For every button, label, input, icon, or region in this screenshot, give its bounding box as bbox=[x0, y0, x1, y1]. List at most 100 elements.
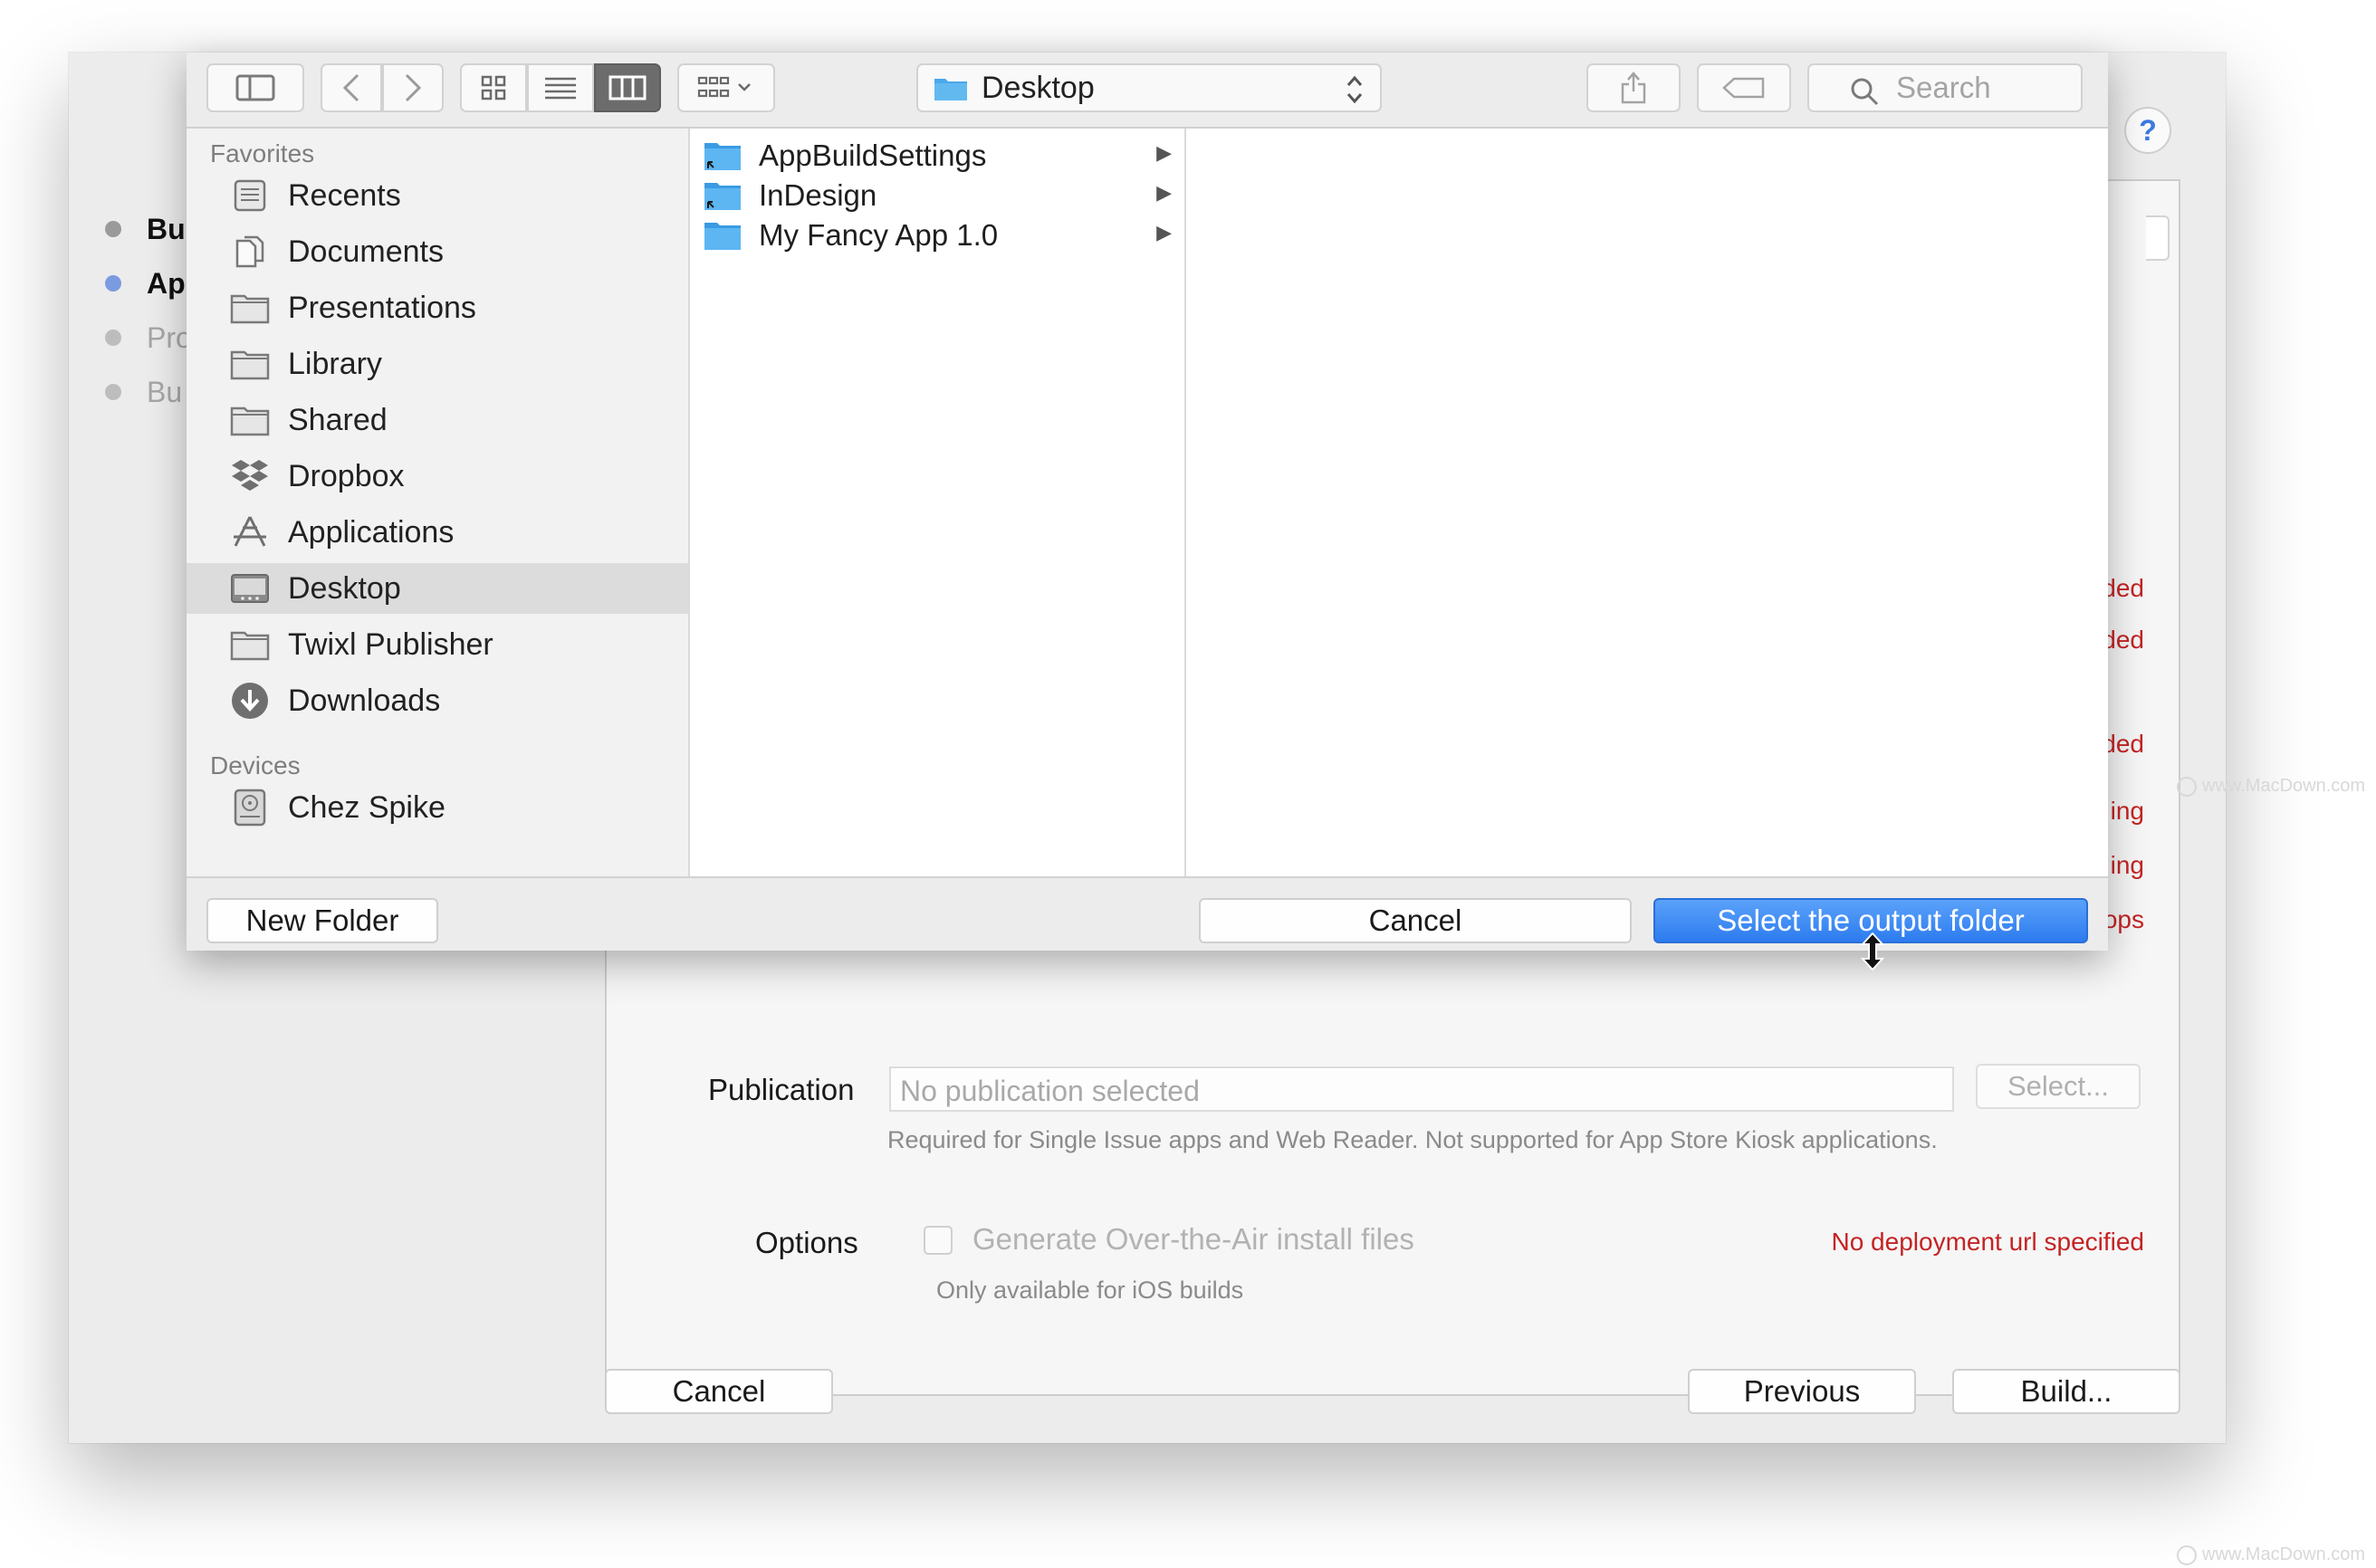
sidebar-item-chez-spike[interactable]: Chez Spike bbox=[187, 782, 688, 833]
ota-checkbox[interactable] bbox=[924, 1226, 953, 1255]
dialog-cancel-button[interactable]: Cancel bbox=[1199, 898, 1632, 943]
sidebar-item-downloads[interactable]: Downloads bbox=[187, 675, 688, 726]
previous-button[interactable]: Previous bbox=[1688, 1369, 1916, 1414]
wizard-step[interactable]: Bu bbox=[105, 211, 186, 247]
favorites-header: Favorites bbox=[210, 139, 315, 167]
step-status-dot bbox=[105, 275, 121, 292]
tag-icon bbox=[1722, 77, 1765, 99]
sidebar-item-shared[interactable]: Shared bbox=[187, 395, 688, 445]
sidebar-icon bbox=[235, 74, 275, 101]
file-name: AppBuildSettings bbox=[759, 139, 987, 172]
back-button[interactable] bbox=[321, 63, 382, 112]
dropbox-icon bbox=[228, 454, 272, 498]
wizard-cancel-button[interactable]: Cancel bbox=[605, 1369, 833, 1414]
folder-icon bbox=[228, 286, 272, 330]
location-label: Desktop bbox=[982, 70, 1095, 105]
sidebar-item-dropbox[interactable]: Dropbox bbox=[187, 451, 688, 502]
folder-icon bbox=[228, 342, 272, 386]
resize-cursor-icon bbox=[1860, 932, 1885, 970]
help-button[interactable]: ? bbox=[2124, 107, 2171, 154]
build-button[interactable]: Build... bbox=[1952, 1369, 2180, 1414]
list-view-icon bbox=[545, 77, 576, 100]
validation-error: ded bbox=[2102, 730, 2144, 758]
sidebar-item-library[interactable]: Library bbox=[187, 339, 688, 389]
icon-view-icon bbox=[481, 75, 506, 100]
documents-icon bbox=[228, 230, 272, 273]
sidebar-item-label: Chez Spike bbox=[288, 789, 446, 825]
recents-icon bbox=[228, 174, 272, 217]
sidebar-item-desktop[interactable]: Desktop bbox=[187, 563, 688, 614]
sidebar-item-twixl-publisher[interactable]: Twixl Publisher bbox=[187, 619, 688, 670]
sidebar-item-label: Shared bbox=[288, 402, 388, 437]
sidebar-toggle-button[interactable] bbox=[206, 63, 304, 112]
forward-button[interactable] bbox=[382, 63, 444, 112]
sidebar-item-recents[interactable]: Recents bbox=[187, 170, 688, 221]
sidebar-item-applications[interactable]: Applications bbox=[187, 507, 688, 558]
file-row[interactable]: InDesign ▶ bbox=[690, 176, 1184, 215]
sidebar-item-presentations[interactable]: Presentations bbox=[187, 282, 688, 333]
step-label: Bu bbox=[147, 375, 183, 408]
share-icon bbox=[1621, 72, 1646, 104]
sidebar-item-label: Applications bbox=[288, 514, 455, 550]
select-publication-button[interactable]: Select... bbox=[1976, 1064, 2141, 1109]
icon-view-button[interactable] bbox=[460, 63, 527, 112]
sidebar-item-label: Downloads bbox=[288, 683, 441, 718]
location-popup[interactable]: Desktop bbox=[916, 63, 1382, 112]
watermark-logo-icon bbox=[2177, 1544, 2197, 1565]
dialog-sidebar: Favorites Recents Documents Presentation… bbox=[187, 129, 690, 876]
file-name: My Fancy App 1.0 bbox=[759, 218, 999, 252]
arrange-menu-button[interactable] bbox=[677, 63, 775, 112]
sidebar-item-label: Presentations bbox=[288, 290, 476, 325]
column-view-button[interactable] bbox=[594, 63, 661, 112]
tags-button[interactable] bbox=[1697, 63, 1791, 112]
browser-column: AppBuildSettings ▶ InDesign ▶ My Fancy A… bbox=[690, 129, 1186, 876]
step-label: Pro bbox=[147, 320, 192, 354]
dialog-toolbar: Desktop Search bbox=[187, 53, 2108, 129]
options-hint: Only available for iOS builds bbox=[936, 1276, 1244, 1304]
validation-error: ded bbox=[2102, 574, 2144, 602]
publication-label: Publication bbox=[708, 1073, 855, 1106]
watermark: www.MacDown.com bbox=[2177, 776, 2365, 797]
up-down-chevron-icon bbox=[1346, 75, 1363, 104]
folder-icon bbox=[703, 219, 742, 252]
search-field[interactable]: Search bbox=[1807, 63, 2083, 112]
disclosure-arrow-icon: ▶ bbox=[1156, 181, 1172, 204]
sidebar-item-label: Dropbox bbox=[288, 458, 405, 493]
search-placeholder: Search bbox=[1896, 71, 1991, 104]
step-status-dot bbox=[105, 330, 121, 346]
sidebar-item-label: Desktop bbox=[288, 570, 401, 606]
list-view-button[interactable] bbox=[527, 63, 594, 112]
publication-hint: Required for Single Issue apps and Web R… bbox=[887, 1126, 1938, 1153]
wizard-step[interactable]: Pro bbox=[105, 320, 192, 356]
publication-field[interactable]: No publication selected bbox=[889, 1066, 1954, 1112]
wizard-step[interactable]: Bu bbox=[105, 374, 182, 410]
sidebar-item-label: Recents bbox=[288, 177, 401, 213]
folder-icon bbox=[228, 398, 272, 442]
file-row[interactable]: AppBuildSettings ▶ bbox=[690, 136, 1184, 176]
dialog-footer: New Folder Cancel Select the output fold… bbox=[187, 876, 2108, 951]
validation-error: ing bbox=[2110, 797, 2144, 825]
devices-header: Devices bbox=[210, 751, 301, 779]
sidebar-item-label: Twixl Publisher bbox=[288, 626, 493, 662]
choose-folder-dialog: Desktop Search Favorites Recents Documen… bbox=[187, 53, 2108, 951]
new-folder-button[interactable]: New Folder bbox=[206, 898, 438, 943]
browser-column-empty bbox=[1186, 129, 2108, 876]
folder-alias-icon bbox=[703, 139, 742, 172]
share-button[interactable] bbox=[1586, 63, 1681, 112]
options-label: Options bbox=[755, 1226, 858, 1259]
file-name: InDesign bbox=[759, 178, 877, 212]
file-row[interactable]: My Fancy App 1.0 ▶ bbox=[690, 215, 1184, 255]
search-icon bbox=[1851, 78, 1879, 106]
chevron-left-icon bbox=[342, 73, 359, 102]
wizard-step[interactable]: Ap bbox=[105, 265, 186, 301]
sidebar-item-label: Library bbox=[288, 346, 382, 381]
validation-error: ing bbox=[2110, 851, 2144, 879]
applications-icon bbox=[228, 511, 272, 554]
folder-icon bbox=[228, 623, 272, 666]
disk-icon bbox=[228, 786, 272, 829]
desktop-icon bbox=[228, 567, 272, 610]
sidebar-item-label: Documents bbox=[288, 234, 444, 269]
disclosure-arrow-icon: ▶ bbox=[1156, 221, 1172, 244]
sidebar-item-documents[interactable]: Documents bbox=[187, 226, 688, 277]
step-label: Ap bbox=[147, 266, 186, 300]
